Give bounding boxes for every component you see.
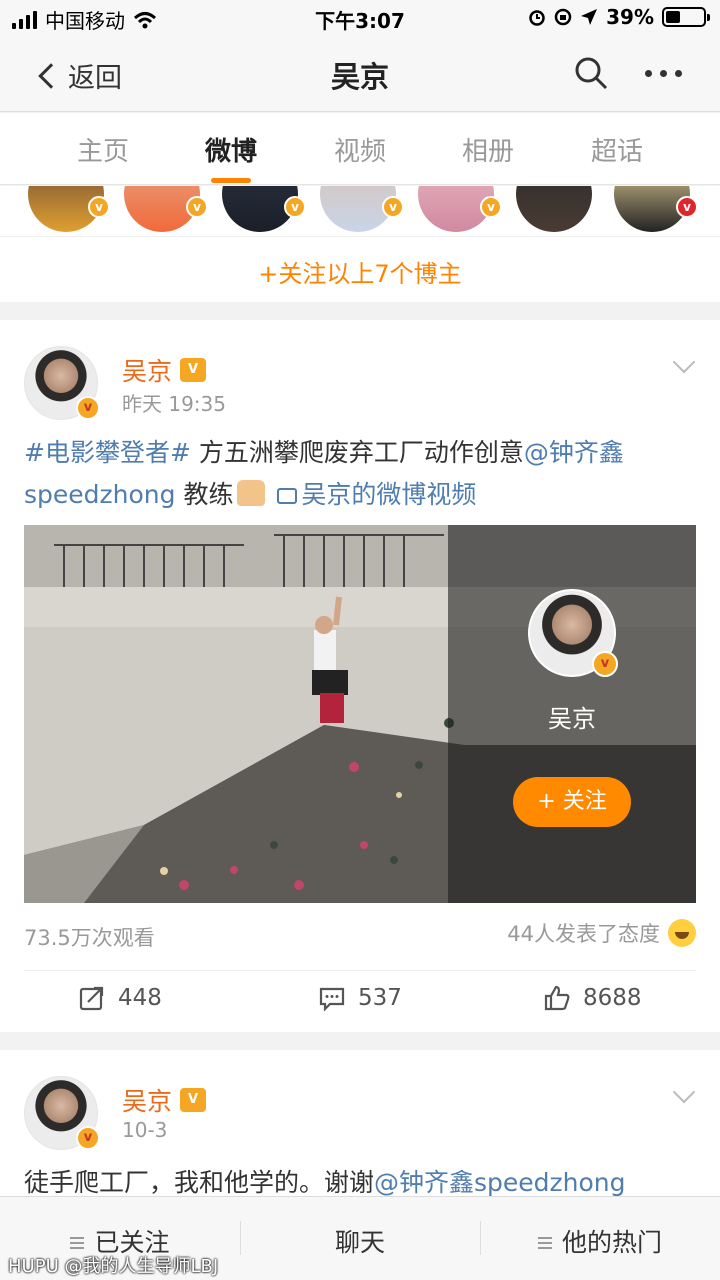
tab-weibo[interactable]: 微博	[181, 131, 281, 183]
reactions-summary[interactable]: 44人发表了态度	[507, 918, 696, 948]
video-overlay: v 吴京 + 关注	[448, 525, 696, 903]
like-button[interactable]: 8688	[543, 984, 642, 1012]
alarm-icon	[529, 10, 545, 26]
overlay-follow-button[interactable]: + 关注	[513, 777, 631, 827]
verified-badge-icon: v	[76, 396, 100, 420]
tab-label: 视频	[333, 137, 386, 167]
reactions-label: 44人发表了态度	[507, 922, 660, 946]
verified-badge-icon: v	[88, 196, 110, 218]
tab-active-indicator	[211, 178, 251, 183]
search-icon[interactable]	[574, 56, 608, 90]
post-time: 昨天 19:35	[122, 392, 226, 416]
video-link[interactable]: 吴京的微博视频	[277, 480, 476, 509]
chevron-down-icon[interactable]	[672, 350, 696, 374]
verified-badge-icon: v	[284, 196, 306, 218]
video-player[interactable]: v 吴京 + 关注	[24, 525, 696, 903]
video-camera-icon	[277, 488, 298, 504]
tab-home[interactable]: 主页	[53, 131, 153, 168]
weibo-profile-page: 中国移动 下午3:07 39% 返回 吴京 主页 微博 视频 相册 超话 v v…	[0, 0, 720, 1280]
comment-icon	[319, 987, 345, 1012]
rotation-lock-icon	[554, 8, 572, 26]
thumbs-up-icon	[544, 985, 570, 1011]
divider	[24, 970, 696, 971]
like-count: 8688	[583, 985, 642, 1011]
profile-tabs: 主页 微博 视频 相册 超话	[0, 113, 720, 185]
recommended-users: v v v v v v +关注以上7个博主	[0, 186, 720, 302]
menu-lines-icon	[537, 1237, 552, 1249]
tab-label: 微博	[204, 137, 257, 167]
smile-emoji-icon	[668, 919, 696, 947]
hot-label: 他的热门	[561, 1228, 662, 1257]
post-body-text: 方五洲攀爬废弃工厂动作创意	[190, 438, 524, 467]
recommended-avatar[interactable]	[516, 186, 592, 232]
menu-lines-icon	[70, 1237, 85, 1249]
overlay-username: 吴京	[548, 705, 596, 733]
post-author[interactable]: 吴京 V	[122, 352, 207, 388]
vip-crown-icon: V	[180, 1088, 207, 1112]
more-icon[interactable]	[645, 70, 682, 77]
repost-button[interactable]: 448	[78, 984, 162, 1012]
tab-label: 相册	[461, 137, 514, 167]
tab-video[interactable]: 视频	[310, 131, 410, 168]
status-bar: 中国移动 下午3:07 39%	[0, 0, 720, 34]
verified-badge-icon: v	[592, 651, 618, 677]
mention-link[interactable]: @钟齐鑫speedzhong	[374, 1168, 626, 1197]
verified-badge-icon: v	[676, 196, 698, 218]
chat-button[interactable]: 聊天	[240, 1223, 480, 1259]
hot-posts-button[interactable]: 他的热门	[480, 1223, 720, 1259]
author-name: 吴京	[122, 1087, 173, 1116]
divider	[0, 236, 720, 237]
hashtag-link[interactable]: #电影攀登者#	[24, 438, 191, 467]
tab-label: 主页	[76, 137, 129, 167]
watermark: HUPU @我的人生导师LBJ	[8, 1256, 219, 1277]
tab-label: 超话	[590, 137, 643, 167]
view-count: 73.5万次观看	[24, 926, 155, 950]
follow-all-button[interactable]: +关注以上7个博主	[0, 254, 720, 289]
comment-count: 537	[358, 985, 402, 1011]
vip-crown-icon: V	[180, 358, 207, 382]
page-title: 吴京	[330, 60, 389, 94]
repost-count: 448	[118, 985, 162, 1011]
battery-percent: 39%	[606, 5, 654, 29]
repost-icon	[79, 986, 104, 1011]
verified-badge-icon: v	[382, 196, 404, 218]
thumbs-up-emoji-icon	[237, 480, 266, 506]
verified-badge-icon: v	[480, 196, 502, 218]
tab-album[interactable]: 相册	[438, 131, 538, 168]
post-body-text: 教练	[175, 480, 234, 509]
post-text: #电影攀登者# 方五洲攀爬废弃工厂动作创意@钟齐鑫speedzhong 教练 吴…	[24, 432, 696, 516]
chat-label: 聊天	[334, 1228, 385, 1257]
post-body-text: 徒手爬工厂，我和他学的。谢谢	[24, 1168, 375, 1197]
location-icon	[581, 9, 598, 25]
tab-supertopic[interactable]: 超话	[567, 131, 667, 168]
comment-button[interactable]: 537	[318, 984, 402, 1012]
video-link-label: 吴京的微博视频	[301, 480, 477, 509]
post-time: 10-3	[122, 1118, 168, 1142]
weibo-post: v 吴京 V 昨天 19:35 #电影攀登者# 方五洲攀爬废弃工厂动作创意@钟齐…	[0, 320, 720, 1032]
verified-badge-icon: v	[76, 1126, 100, 1150]
battery-icon	[662, 7, 710, 27]
post-author[interactable]: 吴京 V	[122, 1082, 207, 1118]
author-name: 吴京	[122, 357, 173, 386]
post-actions: 448 537 8688	[0, 984, 720, 1028]
nav-bar: 返回 吴京	[0, 34, 720, 112]
chevron-down-icon[interactable]	[672, 1080, 696, 1104]
verified-badge-icon: v	[186, 196, 208, 218]
